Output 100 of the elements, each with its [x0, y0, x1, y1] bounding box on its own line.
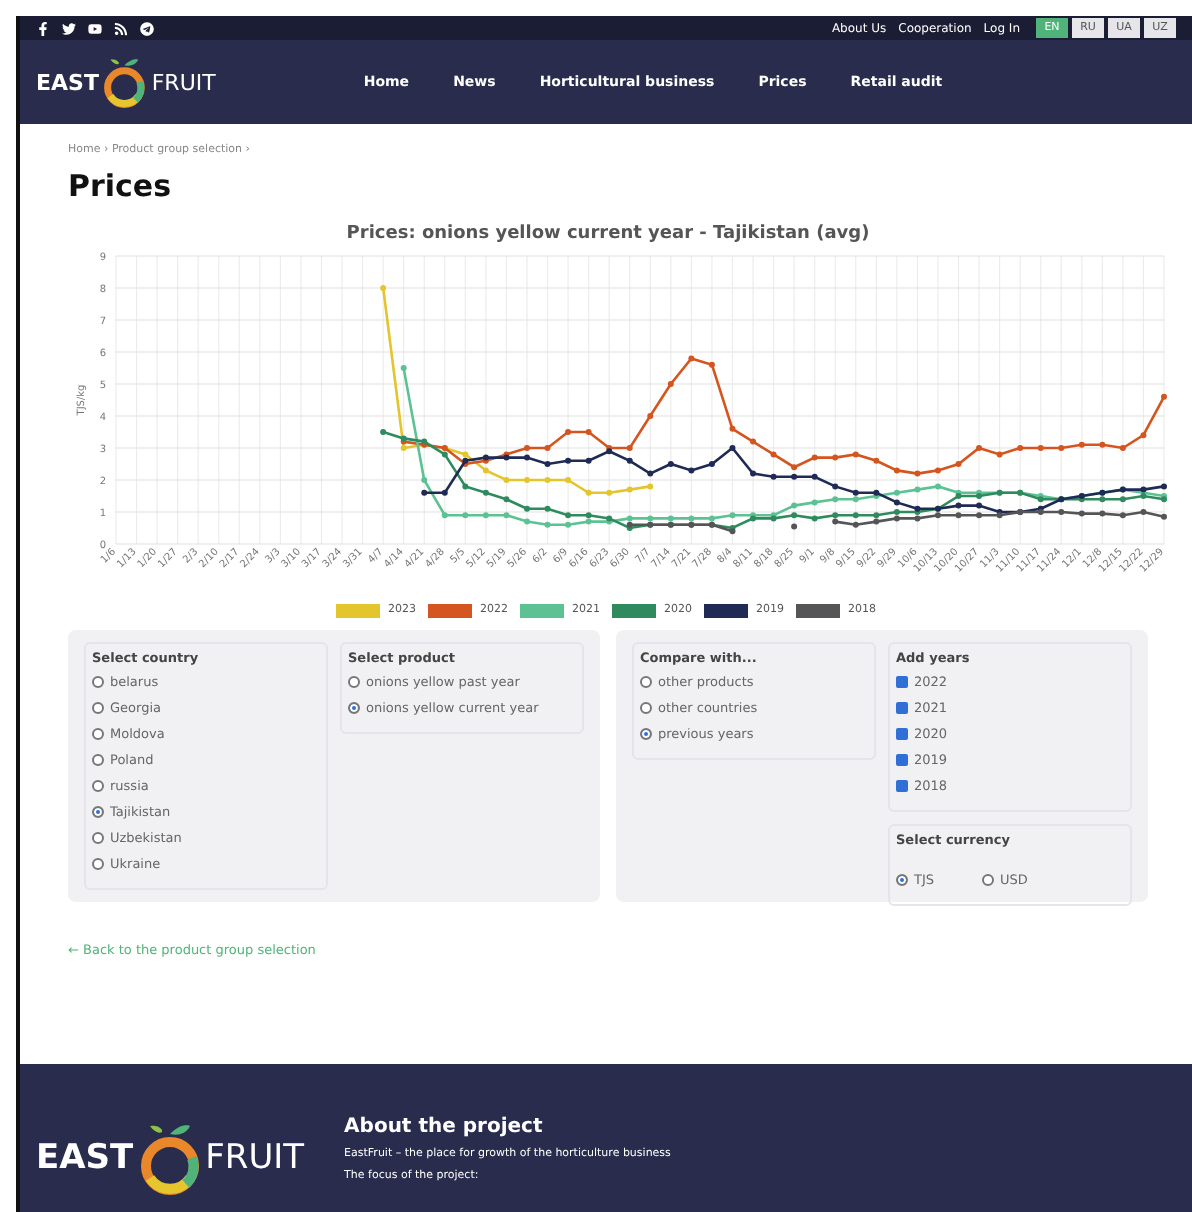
- point: [873, 512, 880, 519]
- radio-button[interactable]: [92, 832, 104, 844]
- radio-button[interactable]: [982, 874, 995, 886]
- point: [421, 489, 428, 496]
- radio-button[interactable]: [640, 728, 652, 740]
- point: [852, 451, 859, 458]
- radio-button[interactable]: [640, 702, 652, 714]
- point: [667, 381, 674, 387]
- point: [400, 365, 407, 371]
- point: [750, 470, 757, 477]
- point: [647, 413, 654, 419]
- point: [482, 512, 489, 519]
- logo-text: EAST: [36, 1138, 134, 1178]
- point: [503, 477, 510, 483]
- radio-button[interactable]: [92, 676, 104, 688]
- point: [852, 496, 859, 503]
- radio-button[interactable]: [348, 676, 360, 688]
- point: [873, 518, 880, 525]
- checkbox[interactable]: [896, 780, 908, 792]
- legend-swatch[interactable]: [428, 604, 472, 618]
- point: [482, 467, 489, 474]
- checkbox[interactable]: [896, 728, 908, 740]
- point: [441, 489, 448, 496]
- point: [400, 445, 407, 451]
- point: [688, 355, 695, 362]
- logo-text: FRUIT: [205, 1138, 305, 1178]
- point: [441, 512, 448, 519]
- point: [1099, 510, 1106, 517]
- radio-button[interactable]: [896, 874, 908, 886]
- point: [1099, 496, 1106, 503]
- logo-text: FRUIT: [151, 69, 216, 95]
- checkbox[interactable]: [896, 676, 908, 688]
- rss-icon[interactable]: [114, 21, 128, 35]
- page-title: Prices: [68, 168, 174, 204]
- point: [647, 515, 654, 522]
- point: [811, 499, 818, 506]
- radio-button[interactable]: [92, 780, 104, 792]
- radio-button[interactable]: [92, 806, 104, 818]
- radio-button[interactable]: [92, 858, 104, 870]
- point: [606, 489, 613, 496]
- point: [914, 470, 921, 477]
- point: [996, 451, 1003, 458]
- youtube-icon[interactable]: [88, 21, 102, 35]
- point: [544, 521, 551, 528]
- point: [832, 518, 839, 525]
- radio-button[interactable]: [92, 728, 104, 740]
- point: [791, 473, 798, 480]
- point: [1140, 509, 1147, 515]
- point: [585, 457, 592, 464]
- point: [914, 515, 921, 522]
- point: [565, 512, 572, 519]
- point: [729, 445, 736, 451]
- radio-button[interactable]: [640, 676, 652, 688]
- point: [482, 489, 489, 496]
- twitter-icon[interactable]: [62, 21, 76, 35]
- point: [544, 445, 551, 451]
- point: [585, 489, 592, 496]
- radio-button[interactable]: [348, 702, 360, 714]
- point: [934, 483, 941, 490]
- point: [667, 515, 674, 522]
- point: [647, 470, 654, 477]
- checkbox[interactable]: [896, 754, 908, 766]
- point: [893, 499, 900, 506]
- point: [380, 429, 387, 435]
- point: [791, 502, 798, 509]
- point: [955, 461, 962, 467]
- legend-swatch[interactable]: [796, 604, 840, 618]
- checkbox[interactable]: [896, 702, 908, 714]
- point: [585, 518, 592, 525]
- point: [1037, 445, 1044, 451]
- point: [421, 477, 428, 483]
- point: [462, 451, 469, 458]
- radio-button[interactable]: [92, 702, 104, 714]
- point: [1161, 513, 1167, 520]
- legend-swatch[interactable]: [520, 604, 564, 618]
- point: [955, 512, 962, 519]
- facebook-icon[interactable]: [36, 21, 50, 35]
- radio-button[interactable]: [92, 754, 104, 766]
- legend-swatch[interactable]: [336, 604, 380, 618]
- point: [791, 512, 798, 519]
- point: [1140, 432, 1147, 439]
- point: [523, 505, 530, 512]
- point: [544, 461, 551, 467]
- legend-swatch[interactable]: [612, 604, 656, 618]
- point: [976, 512, 983, 519]
- point: [1119, 496, 1126, 503]
- point: [852, 521, 859, 528]
- point: [626, 515, 633, 522]
- point: [893, 489, 900, 496]
- point: [934, 467, 941, 474]
- point: [688, 467, 695, 474]
- point: [1078, 441, 1085, 448]
- point: [626, 486, 633, 493]
- legend-swatch[interactable]: [704, 604, 748, 618]
- point: [1058, 445, 1065, 451]
- point: [667, 461, 674, 467]
- point: [791, 464, 798, 471]
- telegram-icon[interactable]: [140, 21, 154, 35]
- point: [832, 483, 839, 490]
- point: [811, 515, 818, 522]
